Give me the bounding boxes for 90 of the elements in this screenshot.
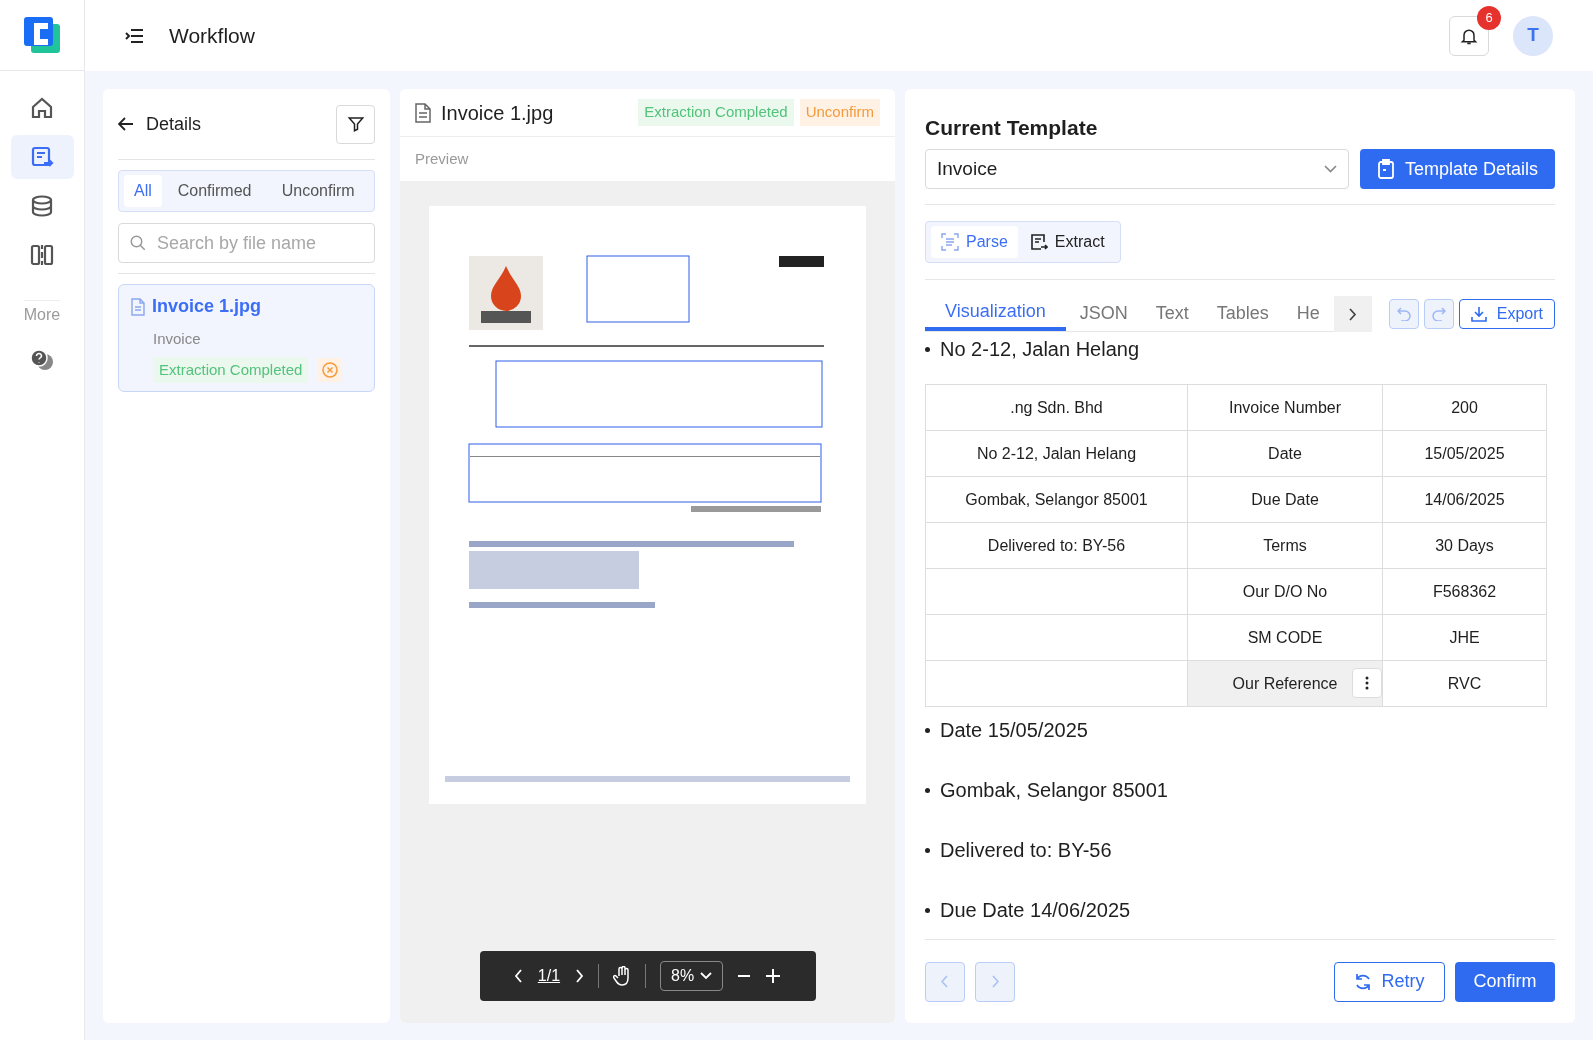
scan-icon <box>941 233 959 251</box>
table-cell: No 2-12, Jalan Helang <box>926 431 1188 477</box>
app-logo-icon[interactable] <box>24 17 60 53</box>
notification-badge: 6 <box>1477 5 1501 30</box>
template-select[interactable]: Invoice <box>925 149 1349 189</box>
file-card[interactable]: Invoice 1.jpg Invoice Extraction Completed <box>118 284 375 392</box>
table-cell: Our Reference <box>1188 661 1383 707</box>
bullet-icon <box>925 787 930 793</box>
download-icon <box>1470 306 1487 322</box>
list-item: No 2-12, Jalan Helang <box>940 337 1139 362</box>
search-field[interactable]: Search by file name <box>118 223 375 263</box>
chevron-down-icon <box>700 972 713 980</box>
table-cell: Terms <box>1188 523 1383 569</box>
panel-title: Details <box>146 112 202 136</box>
table-cell: Delivered to: BY-56 <box>926 523 1188 569</box>
list-item: Gombak, Selangor 85001 <box>940 778 1168 803</box>
bullet-icon <box>925 907 930 913</box>
filter-tab[interactable]: Confirmed <box>163 175 266 207</box>
file-icon <box>415 102 431 123</box>
table-cell: F568362 <box>1383 569 1547 615</box>
database-icon <box>30 194 54 218</box>
zoom-in-icon[interactable] <box>765 968 782 984</box>
undo-icon <box>1396 307 1411 321</box>
refresh-icon <box>1354 972 1373 991</box>
more-vertical-icon <box>1365 676 1369 690</box>
split-columns-icon <box>30 243 54 267</box>
list-item: Delivered to: BY-56 <box>940 838 1112 863</box>
page-indicator: 1/1 <box>537 966 561 986</box>
table-cell: .ng Sdn. Bhd <box>926 385 1188 431</box>
mode-tab[interactable]: Extract <box>1019 226 1115 258</box>
search-icon <box>129 234 147 252</box>
file-icon <box>131 297 145 316</box>
chevron-down-icon <box>1324 165 1337 173</box>
pan-hand-icon[interactable] <box>613 966 632 986</box>
table-cell: JHE <box>1383 615 1547 661</box>
file-name: Invoice 1.jpg <box>441 100 555 126</box>
table-cell: RVC <box>1383 661 1547 707</box>
status-badge: Unconfirm <box>799 99 880 126</box>
home-icon <box>30 96 54 120</box>
previous-page-icon[interactable] <box>513 969 524 983</box>
next-page-icon[interactable] <box>574 969 585 983</box>
page-title: Workflow <box>169 22 255 49</box>
chevron-left-icon <box>941 975 949 988</box>
export-button[interactable]: Export <box>1458 299 1555 329</box>
close-icon <box>322 361 339 378</box>
status-badge: Extraction Completed <box>638 99 794 126</box>
file-name: Invoice 1.jpg <box>152 295 262 318</box>
chevron-right-icon <box>1348 307 1358 321</box>
table-cell: 200 <box>1383 385 1547 431</box>
table-cell: Due Date <box>1188 477 1383 523</box>
panel-title: Current Template <box>925 114 1098 141</box>
template-name: Invoice <box>153 329 202 349</box>
tab[interactable]: He <box>1282 296 1334 331</box>
zoom-dropdown[interactable]: 8% <box>660 961 724 991</box>
user-avatar[interactable]: T <box>1513 15 1553 56</box>
menu-icon[interactable] <box>125 26 145 45</box>
help-chat-icon[interactable] <box>30 349 54 371</box>
table-cell: Our D/O No <box>1188 569 1383 615</box>
section-label: Preview <box>415 148 469 169</box>
back-arrow-icon[interactable] <box>118 117 134 131</box>
table-cell: 15/05/2025 <box>1383 431 1547 477</box>
bullet-icon <box>925 727 930 733</box>
clipboard-icon <box>1376 159 1395 179</box>
nav-item[interactable] <box>10 135 74 179</box>
template-details-button[interactable]: Template Details <box>1360 149 1555 189</box>
list-item: Date 15/05/2025 <box>940 718 1088 743</box>
filter-button[interactable] <box>336 104 375 144</box>
confirm-button[interactable]: Confirm <box>1455 961 1555 1002</box>
tab[interactable]: Tables <box>1202 296 1283 331</box>
table-cell: Gombak, Selangor 85001 <box>926 477 1188 523</box>
filter-tab[interactable]: All <box>124 175 162 207</box>
filter-icon <box>346 115 365 133</box>
table-cell: 30 Days <box>1383 523 1547 569</box>
retry-button[interactable]: Retry <box>1334 961 1445 1002</box>
table-cell: 14/06/2025 <box>1383 477 1547 523</box>
list-item: Due Date 14/06/2025 <box>940 898 1131 923</box>
bullet-icon <box>925 847 930 853</box>
more-label: More <box>23 300 61 327</box>
status-badge: Extraction Completed <box>153 356 309 383</box>
tab[interactable]: Text <box>1141 296 1203 331</box>
document-arrow-icon <box>1029 233 1048 251</box>
table-cell: Date <box>1188 431 1383 477</box>
filter-tab[interactable]: Unconfirm <box>267 175 369 207</box>
chevron-right-icon <box>991 975 999 988</box>
table-cell: Invoice Number <box>1188 385 1383 431</box>
tab[interactable]: Visualization <box>925 296 1066 331</box>
bullet-icon <box>925 346 930 352</box>
tab[interactable]: JSON <box>1065 296 1142 331</box>
mode-tab[interactable]: Parse <box>931 226 1018 258</box>
redo-icon <box>1431 307 1446 321</box>
